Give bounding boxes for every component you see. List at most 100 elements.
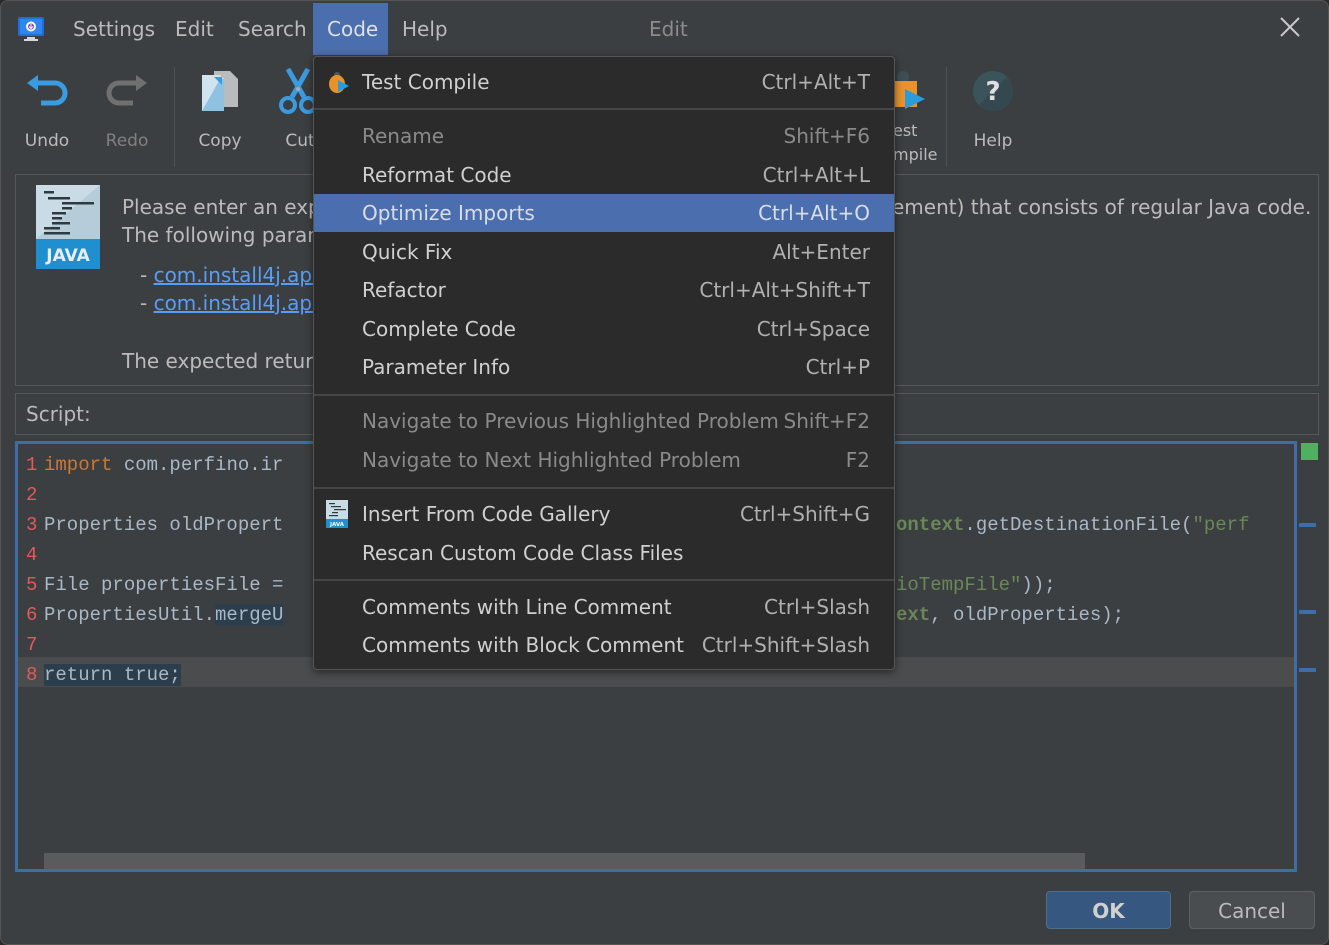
menu-item-navigate-next-problem[interactable]: Navigate to Next Highlighted Problem F2 — [314, 441, 894, 479]
menu-code[interactable]: Code — [313, 3, 388, 55]
menu-item-shortcut: Alt+Enter — [772, 240, 870, 264]
menu-item-insert-from-code-gallery[interactable]: JAVA Insert From Code Gallery Ctrl+Shift… — [314, 495, 894, 533]
menu-item-shortcut: Ctrl+Alt+T — [761, 70, 870, 94]
copy-button[interactable]: Copy — [180, 59, 260, 164]
java-file-icon: JAVA — [36, 185, 100, 269]
code-text-highlighted: return true; — [44, 664, 181, 686]
list-dash: - — [140, 291, 148, 315]
menu-item-label: Refactor — [362, 278, 446, 302]
error-stripe-marker[interactable] — [1299, 523, 1316, 527]
line-number: 5 — [26, 574, 38, 596]
code-string: ioTempFile" — [896, 574, 1022, 596]
menu-item-rename[interactable]: Rename Shift+F6 — [314, 117, 894, 155]
error-stripe-marker[interactable] — [1299, 668, 1316, 672]
analysis-status-indicator — [1301, 443, 1318, 460]
menu-item-shortcut: Shift+F2 — [783, 409, 870, 433]
menu-search[interactable]: Search — [224, 3, 321, 55]
menu-item-label: Comments with Line Comment — [362, 595, 672, 619]
code-line-8: 8 return true; — [26, 660, 181, 690]
menu-item-shortcut: F2 — [845, 448, 870, 472]
horizontal-scrollbar[interactable] — [44, 853, 1085, 869]
param-link-action[interactable]: com.install4j.api.a — [154, 291, 337, 315]
code-line-5: 5 File propertiesFile = — [26, 570, 283, 600]
menu-item-label: Test Compile — [362, 70, 490, 94]
line-number: 4 — [26, 544, 38, 566]
ok-button[interactable]: OK — [1046, 891, 1171, 929]
menu-item-rescan-custom-code[interactable]: Rescan Custom Code Class Files — [314, 534, 894, 572]
java-badge-text: JAVA — [329, 522, 345, 528]
param-link-context[interactable]: com.install4j.api.c — [154, 263, 335, 287]
window-title: Edit — [649, 17, 688, 41]
cut-label: Cut — [285, 131, 314, 151]
code-text: )); — [1021, 574, 1056, 596]
code-line-6-continued: ext, oldProperties); — [896, 600, 1124, 630]
edit-script-dialog: Settings Edit Search Code Help Edit Undo… — [0, 0, 1329, 945]
list-dash: - — [140, 263, 148, 287]
redo-button[interactable]: Redo — [87, 59, 167, 164]
code-line-3-continued: ontext.getDestinationFile("perf — [896, 510, 1249, 540]
menu-item-label: Comments with Block Comment — [362, 633, 684, 657]
redo-label: Redo — [105, 131, 149, 151]
help-button[interactable]: ? Help — [953, 59, 1033, 164]
menu-item-label: Rename — [362, 124, 445, 148]
code-identifier: ext — [896, 604, 931, 626]
code-line-3: 3 Properties oldPropert — [26, 510, 283, 540]
menu-separator — [314, 108, 894, 110]
menu-edit[interactable]: Edit — [161, 3, 228, 55]
menu-separator — [314, 579, 894, 581]
menu-settings[interactable]: Settings — [59, 3, 169, 55]
menu-item-line-comment[interactable]: Comments with Line Comment Ctrl+Slash — [314, 588, 894, 626]
menu-item-complete-code[interactable]: Complete Code Ctrl+Space — [314, 310, 894, 348]
code-text: .getDestinationFile( — [964, 514, 1193, 536]
menu-item-optimize-imports[interactable]: Optimize Imports Ctrl+Alt+O — [314, 194, 894, 232]
close-icon[interactable] — [1278, 15, 1302, 39]
menu-item-label: Parameter Info — [362, 355, 511, 379]
menu-item-label: Navigate to Next Highlighted Problem — [362, 448, 741, 472]
code-identifier: ontext — [896, 514, 965, 536]
menu-item-refactor[interactable]: Refactor Ctrl+Alt+Shift+T — [314, 271, 894, 309]
menu-item-shortcut: Ctrl+P — [805, 355, 870, 379]
redo-icon — [106, 75, 147, 106]
menu-item-test-compile[interactable]: Test Compile Ctrl+Alt+T — [314, 63, 894, 101]
menu-item-label: Complete Code — [362, 317, 516, 341]
param-item-2: - com.install4j.api.a — [140, 291, 336, 315]
menu-item-quick-fix[interactable]: Quick Fix Alt+Enter — [314, 233, 894, 271]
test-compile-label-2: mpile — [893, 145, 938, 164]
menu-item-block-comment[interactable]: Comments with Block Comment Ctrl+Shift+S… — [314, 626, 894, 664]
line-number: 6 — [26, 604, 38, 626]
line-number: 1 — [26, 454, 38, 476]
menu-item-shortcut: Ctrl+Shift+G — [739, 502, 870, 526]
menu-item-shortcut: Ctrl+Alt+O — [758, 201, 870, 225]
cut-button[interactable]: Cut — [260, 59, 314, 164]
line-number: 3 — [26, 514, 38, 536]
java-badge-text: JAVA — [45, 246, 90, 266]
param-item-1: - com.install4j.api.c — [140, 263, 335, 287]
menu-item-parameter-info[interactable]: Parameter Info Ctrl+P — [314, 348, 894, 386]
menu-separator — [314, 487, 894, 489]
cancel-button[interactable]: Cancel — [1189, 891, 1315, 929]
line-number: 8 — [26, 664, 38, 686]
copy-icon — [202, 71, 238, 111]
menu-item-label: Reformat Code — [362, 163, 512, 187]
code-line-2: 2 — [26, 480, 44, 510]
menu-item-shortcut: Ctrl+Slash — [764, 595, 870, 619]
description-return-line: The expected return — [122, 349, 326, 373]
menu-separator — [314, 394, 894, 396]
error-stripe-marker[interactable] — [1299, 610, 1316, 614]
undo-button[interactable]: Undo — [7, 59, 87, 164]
toolbar-separator — [946, 67, 947, 167]
menu-item-shortcut: Ctrl+Space — [756, 317, 870, 341]
menu-item-navigate-previous-problem[interactable]: Navigate to Previous Highlighted Problem… — [314, 402, 894, 440]
menu-item-reformat-code[interactable]: Reformat Code Ctrl+Alt+L — [314, 156, 894, 194]
copy-label: Copy — [198, 131, 242, 151]
description-line-2: The following param — [122, 223, 327, 247]
description-line-1: Please enter an expr — [122, 195, 329, 219]
menu-help[interactable]: Help — [388, 3, 462, 55]
help-icon: ? — [973, 71, 1013, 111]
code-text: PropertiesUtil. — [44, 604, 216, 626]
toolbar-separator — [174, 67, 175, 167]
test-compile-icon — [329, 72, 349, 93]
menu-item-shortcut: Shift+F6 — [783, 124, 870, 148]
menu-bar: Settings Edit Search Code Help Edit — [1, 1, 1328, 56]
menu-item-label: Navigate to Previous Highlighted Problem — [362, 409, 779, 433]
